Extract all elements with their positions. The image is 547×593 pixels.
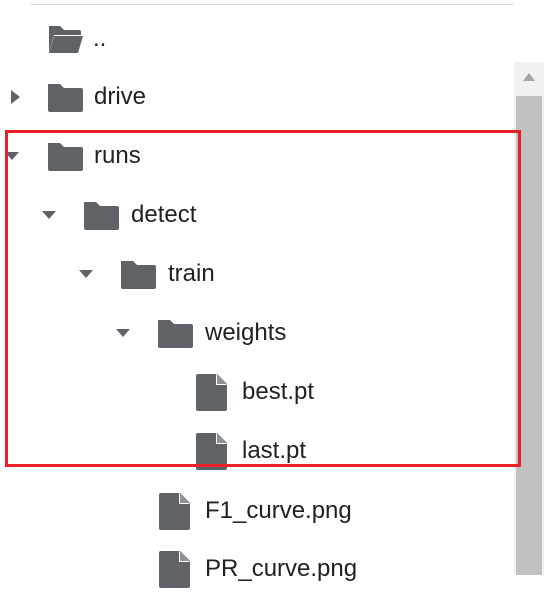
tree-item-label: PR_curve.png <box>205 555 358 582</box>
tree-item-label: F1_curve.png <box>205 497 352 524</box>
tree-item-f1-curve[interactable]: F1_curve.png <box>0 491 514 531</box>
folder-icon <box>82 198 120 232</box>
caret-down-icon[interactable] <box>115 325 131 341</box>
folder-icon <box>46 80 84 114</box>
tree-item-label: drive <box>94 83 147 110</box>
tree-item-pr-curve[interactable]: PR_curve.png <box>0 549 514 589</box>
tree-item-last-pt[interactable]: last.pt <box>0 431 514 471</box>
folder-open-icon <box>46 22 84 56</box>
file-tree: .. drive runs detect train weights best.… <box>0 0 514 588</box>
folder-icon <box>119 257 157 291</box>
vertical-scrollbar[interactable] <box>514 62 544 575</box>
scrollbar-thumb[interactable] <box>516 96 542 575</box>
tree-item-drive[interactable]: drive <box>0 77 514 117</box>
file-icon <box>158 492 196 530</box>
file-icon <box>195 432 233 470</box>
tree-item-detect[interactable]: detect <box>0 195 514 235</box>
caret-down-icon[interactable] <box>41 207 57 223</box>
tree-item-label: last.pt <box>242 437 307 464</box>
folder-icon <box>156 316 194 350</box>
file-icon <box>158 550 196 588</box>
scroll-up-arrow-icon <box>523 73 535 81</box>
tree-item-label: detect <box>131 201 197 228</box>
tree-item-label: runs <box>94 142 141 169</box>
file-icon <box>195 373 233 411</box>
caret-down-icon[interactable] <box>4 148 20 164</box>
tree-item-weights[interactable]: weights <box>0 313 514 353</box>
tree-item-label: .. <box>93 25 107 52</box>
tree-item-train[interactable]: train <box>0 254 514 294</box>
tree-item-label: train <box>168 260 215 287</box>
caret-right-icon[interactable] <box>8 89 24 105</box>
tree-item-label: best.pt <box>242 378 315 405</box>
caret-down-icon[interactable] <box>78 266 94 282</box>
tree-item-label: weights <box>205 319 287 346</box>
scroll-up-button[interactable] <box>514 62 544 92</box>
tree-item-parent-dir[interactable]: .. <box>0 19 514 59</box>
tree-item-runs[interactable]: runs <box>0 136 514 176</box>
folder-icon <box>46 139 84 173</box>
tree-item-best-pt[interactable]: best.pt <box>0 372 514 412</box>
